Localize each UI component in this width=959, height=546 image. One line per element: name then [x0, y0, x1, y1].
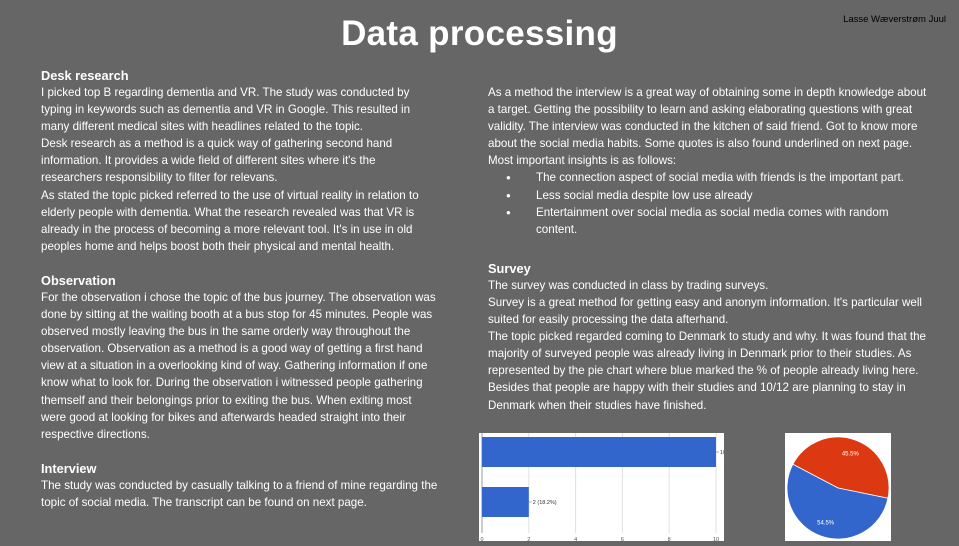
- left-column: Desk research I picked top B regarding d…: [41, 67, 439, 511]
- survey-bar-chart: 0 2 4 6 8 10 10 (90.9%) 2 (18.2%): [479, 433, 747, 543]
- bar-chart-svg: 0 2 4 6 8 10 10 (90.9%) 2 (18.2%): [480, 433, 747, 543]
- survey-pie-chart: 45.5% 54.5%: [785, 433, 891, 541]
- right-column: As a method the interview is a great way…: [488, 84, 928, 414]
- survey-paragraph-2: Survey is a great method for getting eas…: [488, 295, 922, 327]
- interview-paragraph: The study was conducted by casually talk…: [41, 478, 438, 509]
- pie-chart-svg: 45.5% 54.5%: [786, 436, 890, 540]
- bar-data-label: 2 (18.2%): [533, 500, 557, 506]
- bar-data-label: 10 (90.9%): [720, 450, 724, 456]
- insight-item: The connection aspect of social media wi…: [488, 169, 928, 186]
- insight-item: Entertainment over social media as socia…: [488, 204, 928, 238]
- insights-list: The connection aspect of social media wi…: [488, 169, 928, 237]
- pie-slice-label: 54.5%: [817, 521, 835, 527]
- survey-heading: Survey: [488, 260, 531, 276]
- desk-research-paragraph-3: As stated the topic picked referred to t…: [41, 188, 419, 253]
- x-tick-label: 10: [713, 537, 719, 541]
- observation-paragraph: For the observation i chose the topic of…: [41, 290, 436, 441]
- bar-2: [482, 487, 529, 517]
- author-name: Lasse Wæverstrøm Juul: [843, 14, 946, 25]
- bar-1: [482, 437, 716, 467]
- x-tick-label: 6: [621, 537, 624, 541]
- slide-title: Data processing: [341, 14, 618, 53]
- survey-paragraph-3: The topic picked regarded coming to Denm…: [488, 330, 927, 412]
- desk-research-paragraph-1: I picked top B regarding dementia and VR…: [41, 86, 411, 134]
- x-tick-label: 2: [527, 537, 530, 541]
- x-tick-label: 0: [480, 537, 483, 541]
- pie-slice-label: 45.5%: [842, 451, 860, 457]
- desk-research-heading: Desk research: [41, 68, 129, 83]
- desk-research-paragraph-2: Desk research as a method is a quick way…: [41, 137, 393, 185]
- observation-heading: Observation: [41, 272, 116, 288]
- x-tick-label: 8: [668, 537, 671, 541]
- survey-paragraph-1: The survey was conducted in class by tra…: [488, 278, 769, 292]
- interview-continued-paragraph: As a method the interview is a great way…: [488, 86, 927, 168]
- insight-item: Less social media despite low use alread…: [488, 187, 928, 204]
- x-tick-label: 4: [574, 537, 577, 541]
- interview-heading: Interview: [41, 460, 97, 476]
